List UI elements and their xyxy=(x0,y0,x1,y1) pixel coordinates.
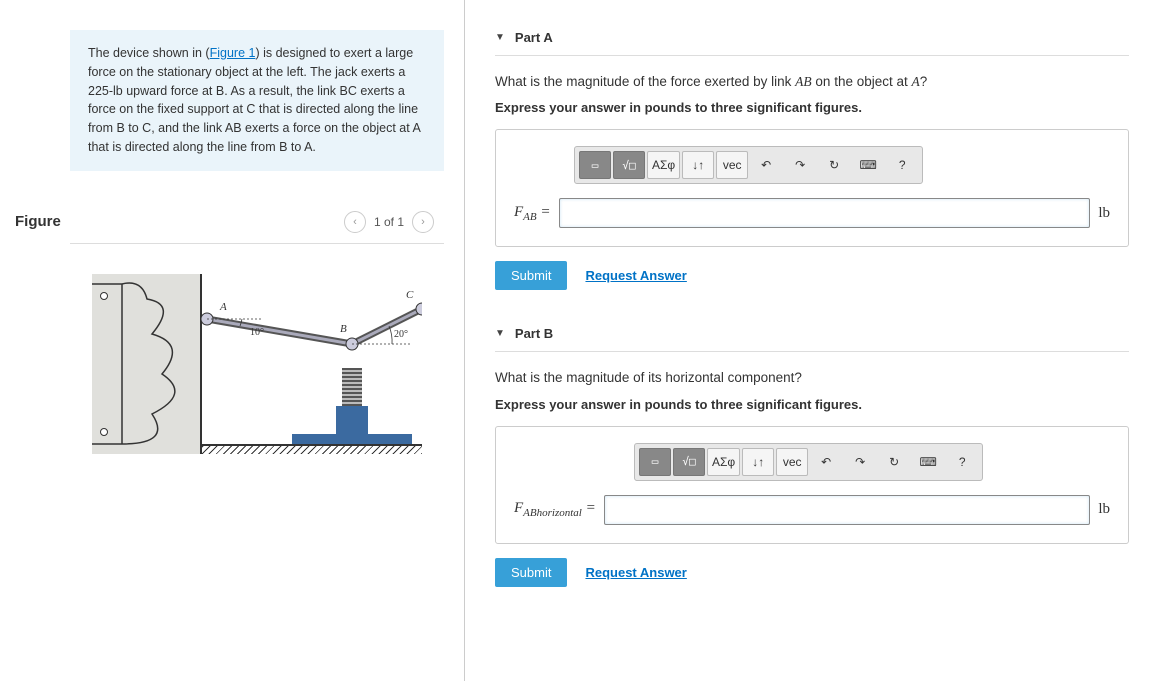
caret-down-icon: ▼ xyxy=(495,328,505,339)
undo-button[interactable]: ↶ xyxy=(750,151,782,179)
part-b-instruction: Express your answer in pounds to three s… xyxy=(495,397,1129,412)
subsup-button[interactable]: ↓↑ xyxy=(682,151,714,179)
part-b-header[interactable]: ▼ Part B xyxy=(495,316,1129,352)
figure-link[interactable]: Figure 1 xyxy=(210,46,256,60)
reset-button[interactable]: ↻ xyxy=(818,151,850,179)
sqrt-button[interactable]: √□ xyxy=(673,448,705,476)
reset-button[interactable]: ↻ xyxy=(878,448,910,476)
unit-b: lb xyxy=(1098,501,1110,518)
figure-title: Figure xyxy=(15,213,61,230)
greek-button[interactable]: ΑΣφ xyxy=(707,448,740,476)
part-a-answer-box: ▭ √□ ΑΣφ ↓↑ vec ↶ ↷ ↻ ⌨ ? FAB = lb xyxy=(495,129,1129,247)
templates-button[interactable]: ▭ xyxy=(579,151,611,179)
problem-statement: The device shown in (Figure 1) is design… xyxy=(70,30,444,171)
part-a-instruction: Express your answer in pounds to three s… xyxy=(495,100,1129,115)
redo-button[interactable]: ↷ xyxy=(784,151,816,179)
submit-button-b[interactable]: Submit xyxy=(495,558,567,587)
vec-button[interactable]: vec xyxy=(776,448,808,476)
keyboard-button[interactable]: ⌨ xyxy=(852,151,884,179)
greek-button[interactable]: ΑΣφ xyxy=(647,151,680,179)
answer-variable-a: FAB = xyxy=(514,204,551,223)
undo-button[interactable]: ↶ xyxy=(810,448,842,476)
part-b-answer-box: ▭ √□ ΑΣφ ↓↑ vec ↶ ↷ ↻ ⌨ ? FABhorizontal … xyxy=(495,426,1129,544)
unit-a: lb xyxy=(1098,205,1110,222)
divider xyxy=(70,243,444,244)
request-answer-link-a[interactable]: Request Answer xyxy=(585,268,686,283)
help-button[interactable]: ? xyxy=(886,151,918,179)
sqrt-button[interactable]: √□ xyxy=(613,151,645,179)
submit-button-a[interactable]: Submit xyxy=(495,261,567,290)
figure-counter: 1 of 1 xyxy=(374,215,404,229)
answer-input-b[interactable] xyxy=(604,495,1091,525)
help-button[interactable]: ? xyxy=(946,448,978,476)
vec-button[interactable]: vec xyxy=(716,151,748,179)
subsup-button[interactable]: ↓↑ xyxy=(742,448,774,476)
answer-variable-b: FABhorizontal = xyxy=(514,500,596,519)
equation-toolbar-b: ▭ √□ ΑΣφ ↓↑ vec ↶ ↷ ↻ ⌨ ? xyxy=(634,443,983,481)
part-a-question: What is the magnitude of the force exert… xyxy=(495,72,1129,92)
keyboard-button[interactable]: ⌨ xyxy=(912,448,944,476)
caret-down-icon: ▼ xyxy=(495,32,505,43)
request-answer-link-b[interactable]: Request Answer xyxy=(585,565,686,580)
redo-button[interactable]: ↷ xyxy=(844,448,876,476)
answer-input-a[interactable] xyxy=(559,198,1091,228)
part-a-header[interactable]: ▼ Part A xyxy=(495,20,1129,56)
figure-next-button[interactable]: › xyxy=(412,211,434,233)
figure-prev-button[interactable]: ‹ xyxy=(344,211,366,233)
figure-diagram: A B C 10° 20° xyxy=(92,274,422,454)
templates-button[interactable]: ▭ xyxy=(639,448,671,476)
part-b-question: What is the magnitude of its horizontal … xyxy=(495,368,1129,388)
equation-toolbar: ▭ √□ ΑΣφ ↓↑ vec ↶ ↷ ↻ ⌨ ? xyxy=(574,146,923,184)
